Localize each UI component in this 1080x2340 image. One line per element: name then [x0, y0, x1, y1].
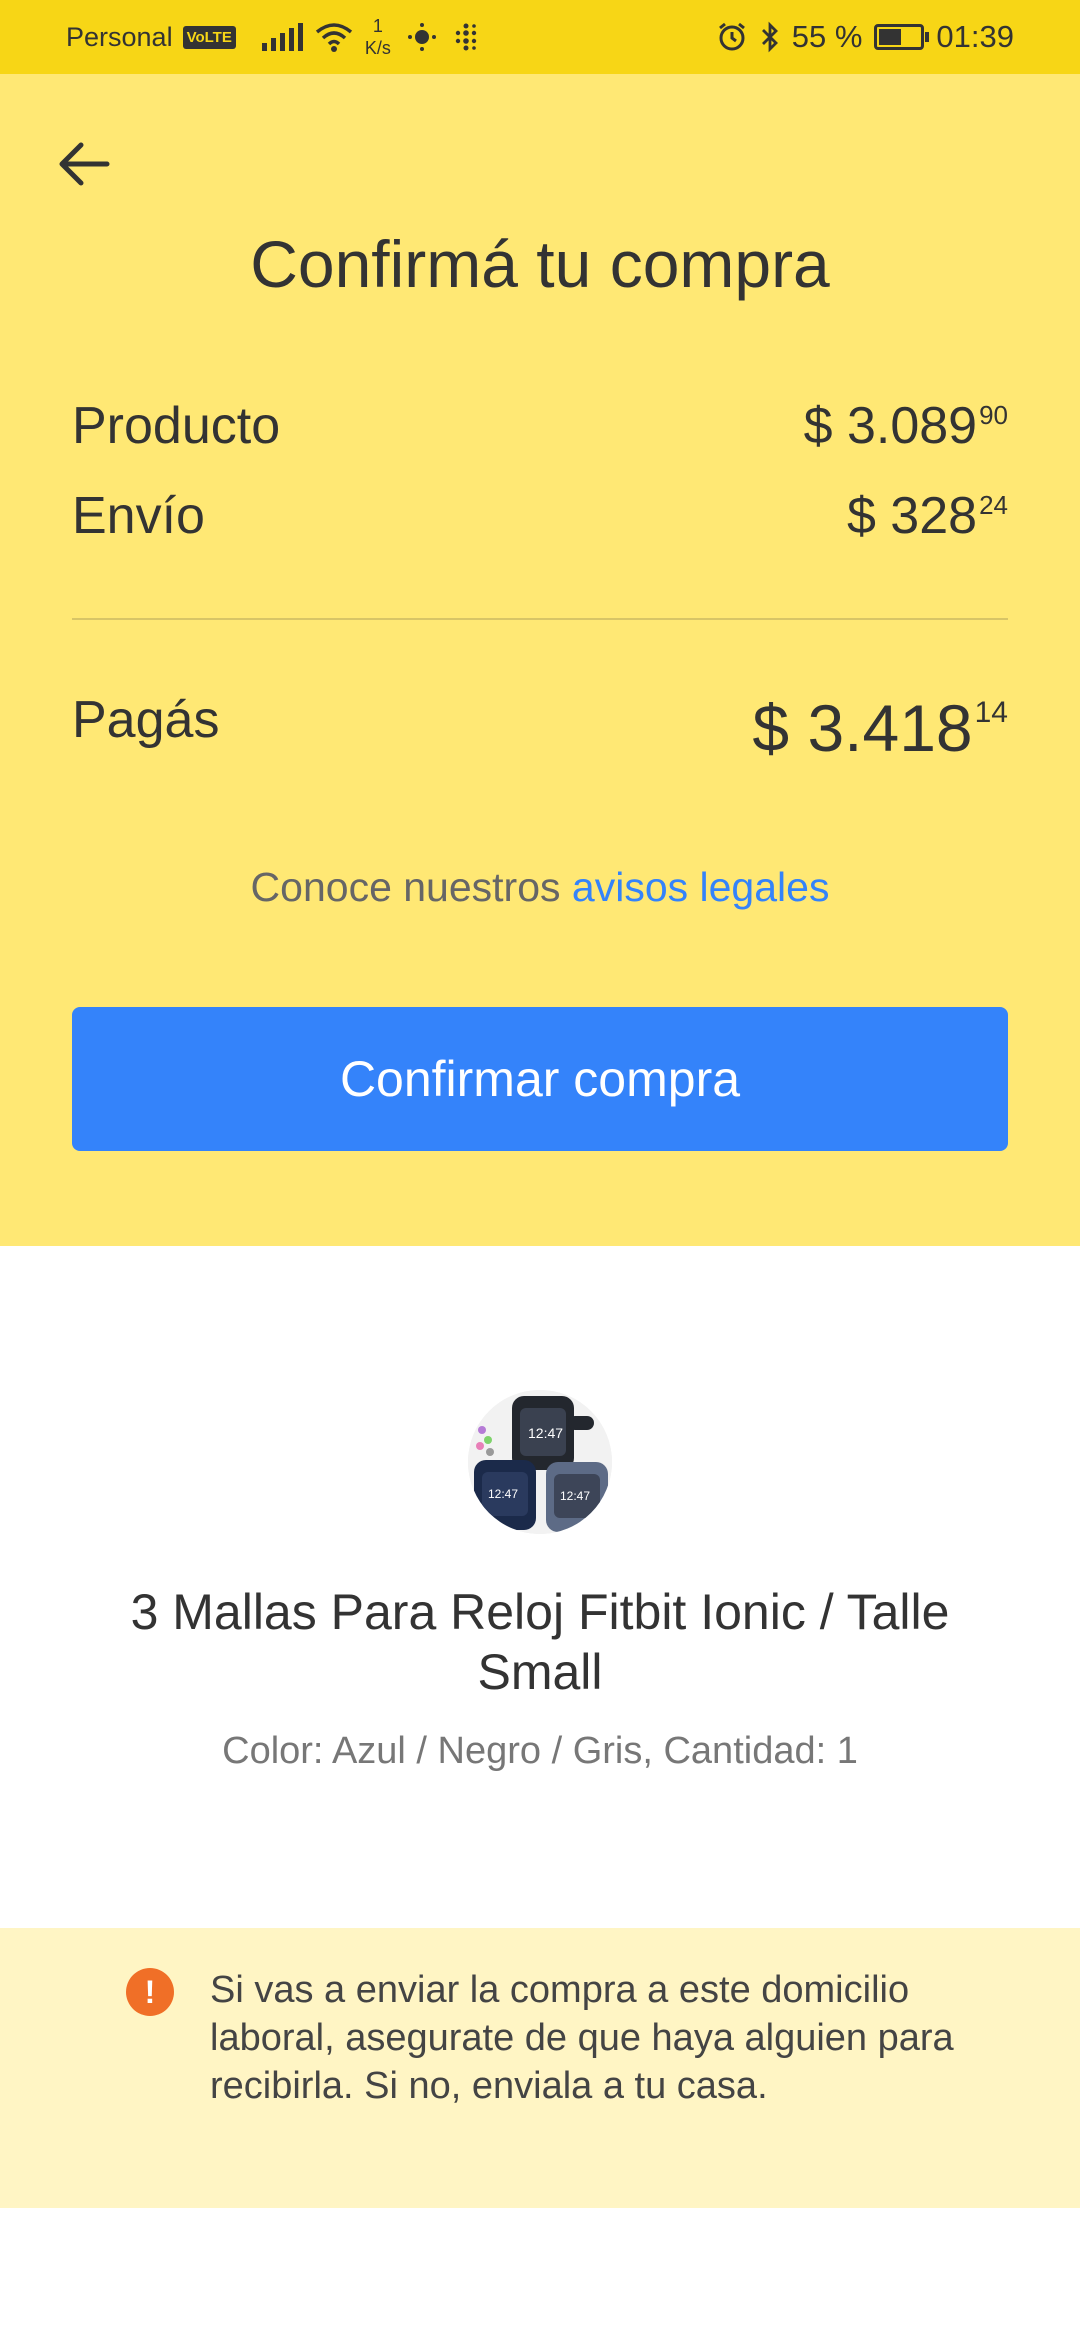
- product-title: 3 Mallas Para Reloj Fitbit Ionic / Talle…: [130, 1584, 950, 1700]
- warning-text: Si vas a enviar la compra a este domicil…: [210, 1969, 954, 2107]
- checkout-summary: Confirmá tu compra Producto $ 3.08990 En…: [0, 74, 1080, 1246]
- fitbit-icon: [455, 23, 477, 51]
- alarm-icon: [718, 22, 745, 51]
- battery-percent: 55 %: [791, 19, 863, 54]
- envio-amount: $ 32824: [847, 486, 1008, 546]
- product-image: 12:47 12:47 12:47: [468, 1390, 612, 1534]
- total-label: Pagás: [72, 691, 220, 749]
- envio-amount-cents: 24: [979, 490, 1008, 520]
- back-button[interactable]: [48, 128, 120, 200]
- envio-amount-value: $ 328: [846, 487, 978, 545]
- producto-label: Producto: [72, 397, 281, 455]
- wifi-icon: [315, 23, 352, 52]
- product-details: Color: Azul / Negro / Gris, Cantidad: 1: [222, 1730, 858, 1772]
- volte-badge: VoLTE: [182, 25, 236, 49]
- envio-row: Envío $ 32824: [72, 486, 1008, 546]
- network-speed-unit: K/s: [364, 38, 391, 58]
- svg-text:12:47: 12:47: [488, 1487, 518, 1501]
- producto-row: Producto $ 3.08990: [72, 396, 1008, 456]
- producto-amount-value: $ 3.089: [803, 397, 978, 455]
- page-title: Confirmá tu compra: [250, 227, 830, 301]
- producto-amount-cents: 90: [979, 400, 1008, 430]
- arrow-left-icon: [59, 142, 110, 186]
- svg-text:12:47: 12:47: [560, 1489, 590, 1503]
- alert-icon: !: [126, 1968, 174, 2016]
- status-bar-left: Personal VoLTE 1 K/s: [66, 15, 481, 59]
- network-speed-value: 1: [372, 16, 383, 36]
- confirm-purchase-button[interactable]: Confirmar compra: [72, 1007, 1008, 1151]
- bluetooth-icon: [761, 21, 778, 53]
- delivery-warning: ! Si vas a enviar la compra a este domic…: [0, 1928, 1080, 2208]
- total-amount-cents: 14: [974, 696, 1008, 729]
- smartwatch-image: 12:47 12:47 12:47: [468, 1390, 612, 1534]
- svg-text:12:47: 12:47: [528, 1425, 563, 1441]
- producto-amount: $ 3.08990: [804, 396, 1008, 456]
- envio-label: Envío: [72, 487, 205, 545]
- battery-icon: [874, 24, 930, 50]
- legal-prefix: Conoce nuestros: [250, 864, 572, 910]
- status-bar: Personal VoLTE 1 K/s 55 % 01:39: [0, 0, 1080, 74]
- legal-link[interactable]: avisos legales: [572, 864, 830, 910]
- signal-icon: [261, 23, 303, 51]
- location-icon: [407, 23, 436, 51]
- total-amount-value: $ 3.418: [752, 691, 973, 765]
- network-speed: 1 K/s: [365, 15, 391, 59]
- legal-notice: Conoce nuestros avisos legales: [0, 864, 1080, 911]
- clock: 01:39: [936, 19, 1014, 54]
- status-bar-right: 55 % 01:39: [716, 18, 1014, 56]
- total-amount: $ 3.41814: [752, 690, 1008, 766]
- total-row: Pagás $ 3.41814: [72, 690, 1008, 766]
- divider: [72, 618, 1008, 620]
- carrier-name: Personal: [66, 21, 173, 52]
